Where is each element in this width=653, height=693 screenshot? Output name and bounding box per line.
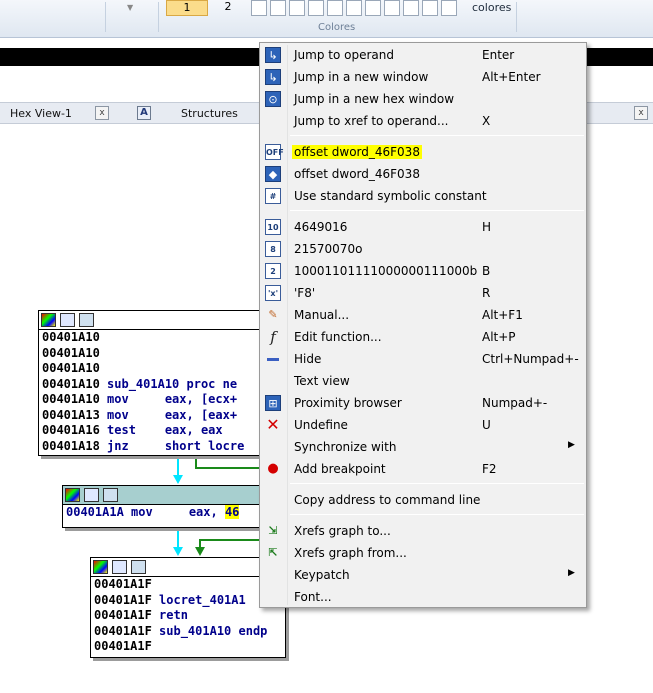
code-line[interactable]: 00401A16 test eax, eax	[39, 423, 263, 439]
code-block-2[interactable]: 00401A1A mov eax, 46	[62, 485, 264, 528]
block-header	[63, 486, 263, 505]
menu-item-char[interactable]: 'x' 'F8' R	[260, 282, 586, 304]
menu-item-text-view[interactable]: Text view	[260, 370, 586, 392]
breakpoint-icon: ●	[267, 461, 279, 476]
code-line[interactable]: 00401A1F	[91, 639, 285, 655]
context-menu: ↳ Jump to operand Enter ↳ Jump in a new …	[259, 42, 587, 608]
binary-icon: 2	[265, 263, 281, 279]
function-icon: f	[270, 328, 276, 346]
proximity-icon: ⊞	[265, 395, 281, 411]
block-header	[39, 311, 263, 330]
decimal-icon: 10	[265, 219, 281, 235]
octal-icon: 8	[265, 241, 281, 257]
offset-icon: OFF	[265, 144, 284, 160]
menu-item-copy-address[interactable]: Copy address to command line	[260, 489, 586, 511]
jump-operand-icon: ↳	[265, 47, 281, 63]
rename-icon[interactable]	[60, 313, 75, 327]
group-icon[interactable]	[131, 560, 146, 574]
menu-item-hide[interactable]: Hide Ctrl+Numpad+-	[260, 348, 586, 370]
menu-item-synchronize-with[interactable]: Synchronize with ▶	[260, 436, 586, 458]
menu-item-symbolic-constant[interactable]: # Use standard symbolic constant	[260, 185, 586, 207]
code-line[interactable]: 00401A18 jnz short locre	[39, 439, 263, 455]
menu-separator	[290, 514, 584, 515]
menu-item-jump-new-hex-window[interactable]: ⊙ Jump in a new hex window	[260, 88, 586, 110]
menu-item-manual[interactable]: ✎ Manual... Alt+F1	[260, 304, 586, 326]
menu-item-font[interactable]: Font...	[260, 586, 586, 608]
color-icon[interactable]	[93, 560, 108, 574]
color-icon[interactable]	[65, 488, 80, 502]
color-icon[interactable]	[41, 313, 56, 327]
new-window-icon: ↳	[265, 69, 281, 85]
xrefs-to-icon: ⇲	[268, 524, 278, 537]
menu-item-xrefs-graph-from[interactable]: ⇱ Xrefs graph from...	[260, 542, 586, 564]
submenu-arrow-icon: ▶	[568, 568, 575, 578]
code-line[interactable]: 00401A1F sub_401A10 endp	[91, 624, 285, 640]
code-line[interactable]: 00401A10 sub_401A10 proc ne	[39, 377, 263, 393]
menu-item-add-breakpoint[interactable]: ● Add breakpoint F2	[260, 458, 586, 480]
group-icon[interactable]	[79, 313, 94, 327]
hex-window-icon: ⊙	[265, 91, 281, 107]
menu-item-jump-new-window[interactable]: ↳ Jump in a new window Alt+Enter	[260, 66, 586, 88]
offset-alt-icon: ◆	[265, 166, 281, 182]
highlighted-operand: 46	[224, 505, 240, 519]
menu-separator	[290, 135, 584, 136]
xrefs-from-icon: ⇱	[268, 546, 278, 559]
code-line[interactable]: 00401A1F	[91, 577, 285, 593]
menu-item-offset[interactable]: ◆ offset dword_46F038	[260, 163, 586, 185]
block-header	[91, 558, 285, 577]
rename-icon[interactable]	[112, 560, 127, 574]
menu-item-jump-to-operand[interactable]: ↳ Jump to operand Enter	[260, 44, 586, 66]
code-line[interactable]: 00401A10	[39, 346, 263, 362]
menu-separator	[290, 483, 584, 484]
code-line[interactable]: 00401A13 mov eax, [eax+	[39, 408, 263, 424]
code-block-1[interactable]: 00401A10 00401A10 00401A10 00401A10 sub_…	[38, 310, 264, 456]
menu-item-decimal[interactable]: 10 4649016 H	[260, 216, 586, 238]
code-line[interactable]: 00401A1A mov eax, 46	[63, 505, 263, 521]
undefine-icon: ✕	[266, 415, 280, 434]
menu-separator	[290, 210, 584, 211]
menu-item-jump-xref[interactable]: Jump to xref to operand... X	[260, 110, 586, 132]
menu-item-xrefs-graph-to[interactable]: ⇲ Xrefs graph to...	[260, 520, 586, 542]
code-line[interactable]: 00401A10	[39, 361, 263, 377]
group-icon[interactable]	[103, 488, 118, 502]
hide-icon	[265, 351, 281, 367]
menu-item-octal[interactable]: 8 21570070o	[260, 238, 586, 260]
code-line[interactable]: 00401A10	[39, 330, 263, 346]
char-icon: 'x'	[265, 285, 281, 301]
code-line[interactable]: 00401A10 mov eax, [ecx+	[39, 392, 263, 408]
rename-icon[interactable]	[84, 488, 99, 502]
pencil-icon: ✎	[268, 308, 278, 321]
menu-item-edit-function[interactable]: f Edit function... Alt+P	[260, 326, 586, 348]
menu-item-keypatch[interactable]: Keypatch ▶	[260, 564, 586, 586]
menu-item-undefine[interactable]: ✕ Undefine U	[260, 414, 586, 436]
menu-item-binary[interactable]: 2 10001101111000000111000b B	[260, 260, 586, 282]
menu-item-proximity-browser[interactable]: ⊞ Proximity browser Numpad+-	[260, 392, 586, 414]
code-line[interactable]: 00401A1F retn	[91, 608, 285, 624]
symbolic-constant-icon: #	[265, 188, 281, 204]
menu-item-offset-highlighted[interactable]: OFF offset dword_46F038	[260, 141, 586, 163]
code-line[interactable]: 00401A1F locret_401A1	[91, 593, 285, 609]
submenu-arrow-icon: ▶	[568, 440, 575, 450]
code-block-3[interactable]: 00401A1F 00401A1F locret_401A1 00401A1F …	[90, 557, 286, 658]
